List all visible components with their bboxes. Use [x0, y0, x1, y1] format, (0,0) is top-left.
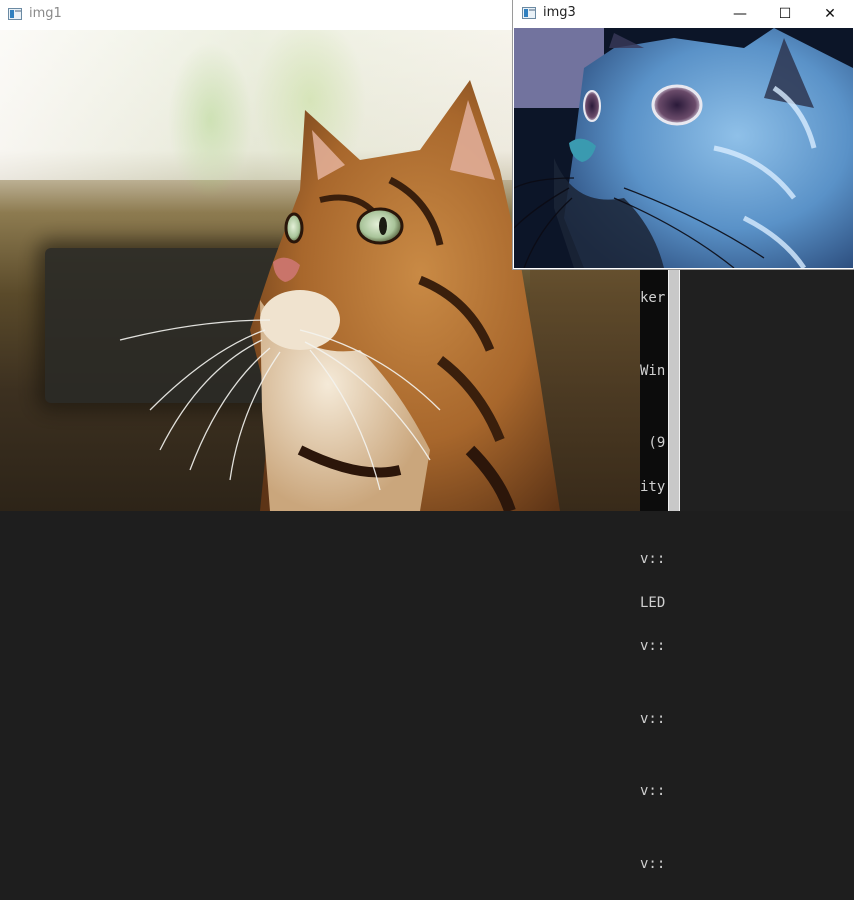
inverted-cat-photo — [514, 28, 853, 268]
title-bar-img3[interactable]: img3 — ☐ ✕ — [513, 0, 854, 28]
console-line: (9 — [640, 435, 666, 451]
close-button[interactable]: ✕ — [807, 0, 853, 28]
console-line: v:: — [640, 638, 666, 654]
image-window-img3[interactable]: img3 — ☐ ✕ — [513, 0, 854, 269]
console-line: v:: — [640, 551, 666, 567]
console-line: LED — [640, 594, 666, 611]
console-line: v:: — [640, 855, 666, 872]
window-title-img1: img1 — [29, 6, 62, 21]
maximize-button[interactable]: ☐ — [762, 0, 808, 28]
console-line: ity — [640, 478, 666, 495]
console-text: ker Win (9 ity v:: LED v:: v:: v:: v:: — [640, 262, 666, 900]
minimize-button[interactable]: — — [717, 0, 763, 28]
console-line: Win — [640, 362, 666, 379]
app-window-icon — [8, 8, 22, 20]
app-window-icon — [522, 7, 536, 19]
window-title-img3: img3 — [543, 5, 576, 20]
console-background — [680, 262, 854, 511]
console-scrollbar-thumb[interactable] — [669, 262, 679, 511]
console-line: v:: — [640, 710, 666, 727]
image-canvas-img3 — [514, 28, 853, 268]
console-line: v:: — [640, 783, 666, 799]
console-line: ker — [640, 290, 666, 306]
